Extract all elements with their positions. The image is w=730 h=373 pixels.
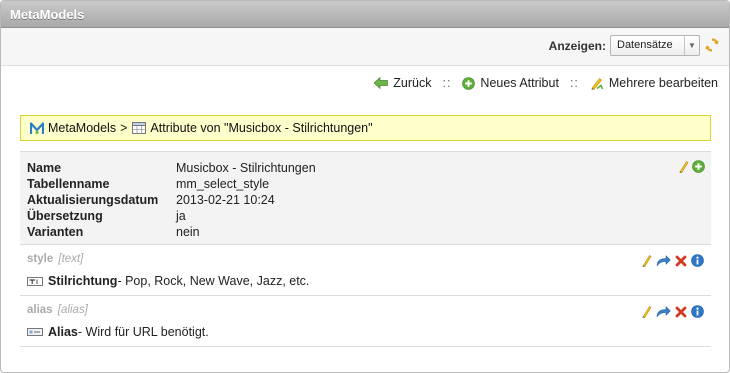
- filter-bar: Anzeigen: Datensätze ▼: [1, 28, 729, 66]
- info-row: Name Musicbox - Stilrichtungen: [27, 160, 316, 176]
- attribute-actions: [636, 254, 704, 267]
- attribute-header: alias [alias]: [27, 304, 88, 316]
- alias-field-icon: [27, 328, 43, 336]
- info-key: Varianten: [27, 225, 84, 239]
- move-icon[interactable]: [656, 305, 671, 318]
- metamodels-panel: MetaModels Anzeigen: Datensätze ▼ Zurück…: [0, 0, 730, 373]
- reload-icon[interactable]: [704, 37, 720, 53]
- view-filter-value: Datensätze: [617, 39, 673, 51]
- edit-icon[interactable]: [640, 305, 652, 318]
- back-label: Zurück: [393, 76, 432, 90]
- info-icon[interactable]: [691, 254, 704, 267]
- action-separator: ::: [569, 76, 579, 90]
- info-value: mm_select_style: [176, 177, 270, 191]
- info-row: Übersetzung ja: [27, 208, 316, 224]
- global-actions: Zurück :: Neues Attribut :: Mehrere bear…: [374, 75, 718, 91]
- info-row: Tabellenname mm_select_style: [27, 176, 316, 192]
- breadcrumb-root[interactable]: MetaModels: [48, 121, 116, 135]
- info-row: Aktualisierungsdatum 2013-02-21 10:24: [27, 192, 316, 208]
- attribute-type: [text]: [58, 253, 84, 265]
- add-icon: [462, 76, 476, 90]
- attribute-colname: style: [27, 253, 54, 265]
- view-filter-label: Anzeigen:: [548, 39, 606, 53]
- attribute-body: Stilrichtung - Pop, Rock, New Wave, Jazz…: [27, 274, 309, 288]
- metamodel-info-table: Name Musicbox - Stilrichtungen Tabellenn…: [27, 160, 316, 240]
- view-filter-select[interactable]: Datensätze ▼: [610, 35, 700, 56]
- info-key: Aktualisierungsdatum: [27, 193, 159, 207]
- info-value: 2013-02-21 10:24: [176, 193, 275, 207]
- info-key: Tabellenname: [27, 177, 110, 191]
- edit-multiple-button[interactable]: Mehrere bearbeiten: [590, 76, 718, 90]
- edit-multiple-icon: [591, 78, 604, 90]
- metamodel-info: Name Musicbox - Stilrichtungen Tabellenn…: [20, 151, 711, 245]
- add-icon[interactable]: [692, 160, 705, 173]
- new-attribute-label: Neues Attribut: [480, 76, 559, 90]
- text-field-icon: [27, 277, 43, 286]
- attribute-row-alias: alias [alias] Alias - Wird für URL benöt…: [20, 297, 711, 347]
- attribute-row-style: style [text] Stilrichtung - Pop, Rock, N…: [20, 246, 711, 296]
- attribute-name: Alias: [48, 325, 78, 339]
- new-attribute-button[interactable]: Neues Attribut: [462, 76, 559, 90]
- move-icon[interactable]: [656, 254, 671, 267]
- attribute-description: - Wird für URL benötigt.: [77, 325, 209, 339]
- window-title: MetaModels: [1, 1, 729, 28]
- attribute-actions: [636, 305, 704, 318]
- attribute-description: - Pop, Rock, New Wave, Jazz, etc.: [117, 274, 310, 288]
- attribute-header: style [text]: [27, 253, 83, 265]
- attribute-name: Stilrichtung: [48, 274, 118, 288]
- info-value: Musicbox - Stilrichtungen: [176, 161, 316, 175]
- attribute-body: Alias - Wird für URL benötigt.: [27, 325, 209, 339]
- edit-multiple-label: Mehrere bearbeiten: [608, 76, 718, 90]
- breadcrumb-separator: >: [120, 121, 128, 135]
- attribute-colname: alias: [27, 304, 53, 316]
- info-key: Übersetzung: [27, 209, 103, 223]
- metamodel-info-actions: [674, 160, 705, 173]
- info-row: Varianten nein: [27, 224, 316, 240]
- delete-icon[interactable]: [675, 255, 687, 267]
- attribute-type: [alias]: [57, 304, 88, 316]
- back-arrow-icon: [374, 77, 389, 89]
- info-icon[interactable]: [691, 305, 704, 318]
- delete-icon[interactable]: [675, 306, 687, 318]
- info-key: Name: [27, 161, 62, 175]
- dropdown-arrow-icon[interactable]: ▼: [684, 36, 699, 55]
- table-icon: [132, 122, 147, 134]
- edit-icon[interactable]: [640, 254, 652, 267]
- edit-icon[interactable]: [677, 160, 689, 173]
- breadcrumb: MetaModels > Attribute von "Musicbox - S…: [20, 115, 711, 141]
- info-value: nein: [176, 225, 200, 239]
- metamodels-logo-icon: [30, 121, 44, 134]
- action-separator: ::: [442, 76, 452, 90]
- back-button[interactable]: Zurück: [374, 76, 431, 90]
- breadcrumb-current: Attribute von "Musicbox - Stilrichtungen…: [150, 121, 373, 135]
- info-value: ja: [176, 209, 186, 223]
